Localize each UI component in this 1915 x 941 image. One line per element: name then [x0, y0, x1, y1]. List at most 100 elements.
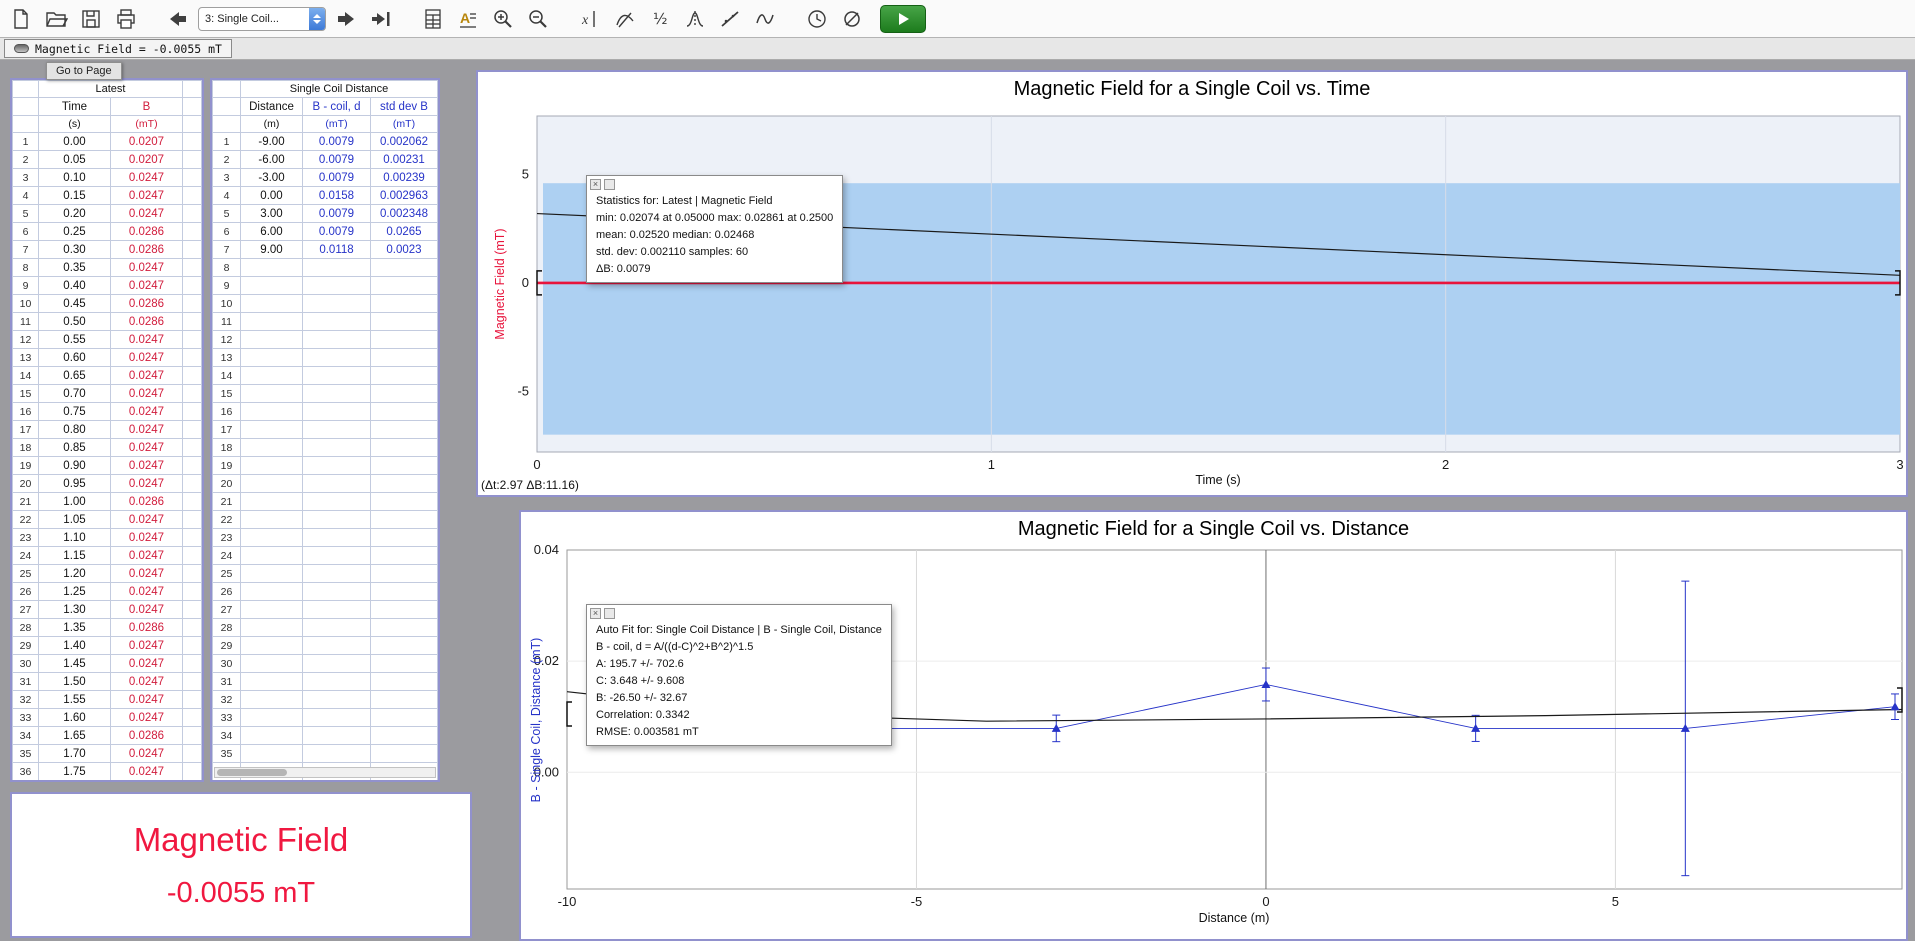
bcoil-cell[interactable]: [302, 402, 371, 421]
b-cell[interactable]: 0.0286: [110, 222, 183, 241]
save-icon[interactable]: [76, 4, 106, 34]
data-browser-icon[interactable]: [418, 4, 448, 34]
bcoil-cell[interactable]: [302, 384, 371, 403]
time-cell[interactable]: 0.55: [38, 330, 111, 349]
stddev-cell[interactable]: [370, 744, 438, 763]
stddev-cell[interactable]: [370, 708, 438, 727]
distance-cell[interactable]: [240, 600, 303, 619]
bcoil-cell[interactable]: 0.0158: [302, 186, 371, 205]
distance-cell[interactable]: [240, 510, 303, 529]
bcoil-cell[interactable]: [302, 672, 371, 691]
column-header-time[interactable]: Time: [38, 97, 111, 116]
bcoil-cell[interactable]: [302, 744, 371, 763]
magnetic-field-meter[interactable]: Magnetic Field -0.0055 mT: [10, 792, 472, 938]
column-header-bcoil[interactable]: B - coil, d: [302, 97, 371, 116]
stddev-cell[interactable]: 0.0023: [370, 240, 438, 259]
bcoil-cell[interactable]: 0.0079: [302, 150, 371, 169]
bcoil-cell[interactable]: [302, 510, 371, 529]
b-cell[interactable]: 0.0247: [110, 672, 183, 691]
b-cell[interactable]: 0.0247: [110, 186, 183, 205]
collapse-icon[interactable]: [604, 608, 615, 619]
time-cell[interactable]: 1.65: [38, 726, 111, 745]
bcoil-cell[interactable]: [302, 294, 371, 313]
zero-icon[interactable]: [837, 4, 867, 34]
bcoil-cell[interactable]: [302, 366, 371, 385]
distance-cell[interactable]: [240, 564, 303, 583]
time-cell[interactable]: 1.15: [38, 546, 111, 565]
horizontal-scrollbar[interactable]: [214, 767, 436, 778]
go-to-page-button[interactable]: Go to Page: [46, 62, 122, 80]
distance-cell[interactable]: [240, 276, 303, 295]
bcoil-cell[interactable]: [302, 312, 371, 331]
b-cell[interactable]: 0.0247: [110, 762, 183, 780]
print-icon[interactable]: [111, 4, 141, 34]
distance-cell[interactable]: [240, 258, 303, 277]
b-cell[interactable]: 0.0247: [110, 582, 183, 601]
b-cell[interactable]: 0.0286: [110, 294, 183, 313]
bcoil-cell[interactable]: [302, 546, 371, 565]
stddev-cell[interactable]: [370, 654, 438, 673]
time-cell[interactable]: 1.75: [38, 762, 111, 780]
stddev-cell[interactable]: [370, 258, 438, 277]
time-cell[interactable]: 1.50: [38, 672, 111, 691]
time-cell[interactable]: 0.65: [38, 366, 111, 385]
b-cell[interactable]: 0.0286: [110, 240, 183, 259]
stddev-cell[interactable]: [370, 636, 438, 655]
time-cell[interactable]: 0.40: [38, 276, 111, 295]
bcoil-cell[interactable]: 0.0079: [302, 222, 371, 241]
distance-cell[interactable]: [240, 618, 303, 637]
b-cell[interactable]: 0.0286: [110, 618, 183, 637]
bcoil-cell[interactable]: [302, 330, 371, 349]
back-arrow-icon[interactable]: [163, 4, 193, 34]
distance-cell[interactable]: -3.00: [240, 168, 303, 187]
auto-fit-box[interactable]: × Auto Fit for: Single Coil Distance | B…: [586, 604, 892, 746]
b-cell[interactable]: 0.0247: [110, 690, 183, 709]
time-cell[interactable]: 1.60: [38, 708, 111, 727]
curve-fit-icon[interactable]: [750, 4, 780, 34]
bcoil-cell[interactable]: 0.0079: [302, 204, 371, 223]
b-cell[interactable]: 0.0247: [110, 510, 183, 529]
b-cell[interactable]: 0.0247: [110, 258, 183, 277]
forward-arrow-icon[interactable]: [331, 4, 361, 34]
time-cell[interactable]: 1.30: [38, 600, 111, 619]
bcoil-cell[interactable]: 0.0118: [302, 240, 371, 259]
bcoil-cell[interactable]: [302, 600, 371, 619]
sensor-readout[interactable]: Magnetic Field = -0.0055 mT: [4, 39, 232, 58]
column-header-stddev[interactable]: std dev B: [370, 97, 438, 116]
b-cell[interactable]: 0.0247: [110, 546, 183, 565]
b-cell[interactable]: 0.0247: [110, 474, 183, 493]
time-cell[interactable]: 1.55: [38, 690, 111, 709]
stddev-cell[interactable]: [370, 366, 438, 385]
stddev-cell[interactable]: 0.002348: [370, 204, 438, 223]
time-cell[interactable]: 0.35: [38, 258, 111, 277]
distance-cell[interactable]: [240, 744, 303, 763]
stddev-cell[interactable]: [370, 546, 438, 565]
distance-cell[interactable]: 6.00: [240, 222, 303, 241]
b-cell[interactable]: 0.0247: [110, 708, 183, 727]
latest-table[interactable]: Latest Time B (s) (mT) 1 0.00 0.0207 2 0.05 0.0…: [12, 80, 202, 780]
interpolate-half-icon[interactable]: ½: [645, 4, 675, 34]
stddev-cell[interactable]: [370, 438, 438, 457]
distance-cell[interactable]: [240, 690, 303, 709]
stddev-cell[interactable]: [370, 276, 438, 295]
time-cell[interactable]: 0.95: [38, 474, 111, 493]
b-cell[interactable]: 0.0247: [110, 276, 183, 295]
close-icon[interactable]: ×: [590, 608, 601, 619]
stddev-cell[interactable]: 0.0265: [370, 222, 438, 241]
stddev-cell[interactable]: [370, 312, 438, 331]
bcoil-cell[interactable]: [302, 618, 371, 637]
stddev-cell[interactable]: 0.002062: [370, 132, 438, 151]
close-icon[interactable]: ×: [590, 179, 601, 190]
stddev-cell[interactable]: [370, 402, 438, 421]
b-cell[interactable]: 0.0286: [110, 492, 183, 511]
stddev-cell[interactable]: [370, 330, 438, 349]
time-cell[interactable]: 0.50: [38, 312, 111, 331]
bcoil-cell[interactable]: [302, 582, 371, 601]
stddev-cell[interactable]: 0.00231: [370, 150, 438, 169]
b-cell[interactable]: 0.0207: [110, 150, 183, 169]
distance-cell[interactable]: [240, 330, 303, 349]
b-cell[interactable]: 0.0286: [110, 726, 183, 745]
statistics-icon[interactable]: [680, 4, 710, 34]
b-cell[interactable]: 0.0247: [110, 654, 183, 673]
stddev-cell[interactable]: [370, 294, 438, 313]
